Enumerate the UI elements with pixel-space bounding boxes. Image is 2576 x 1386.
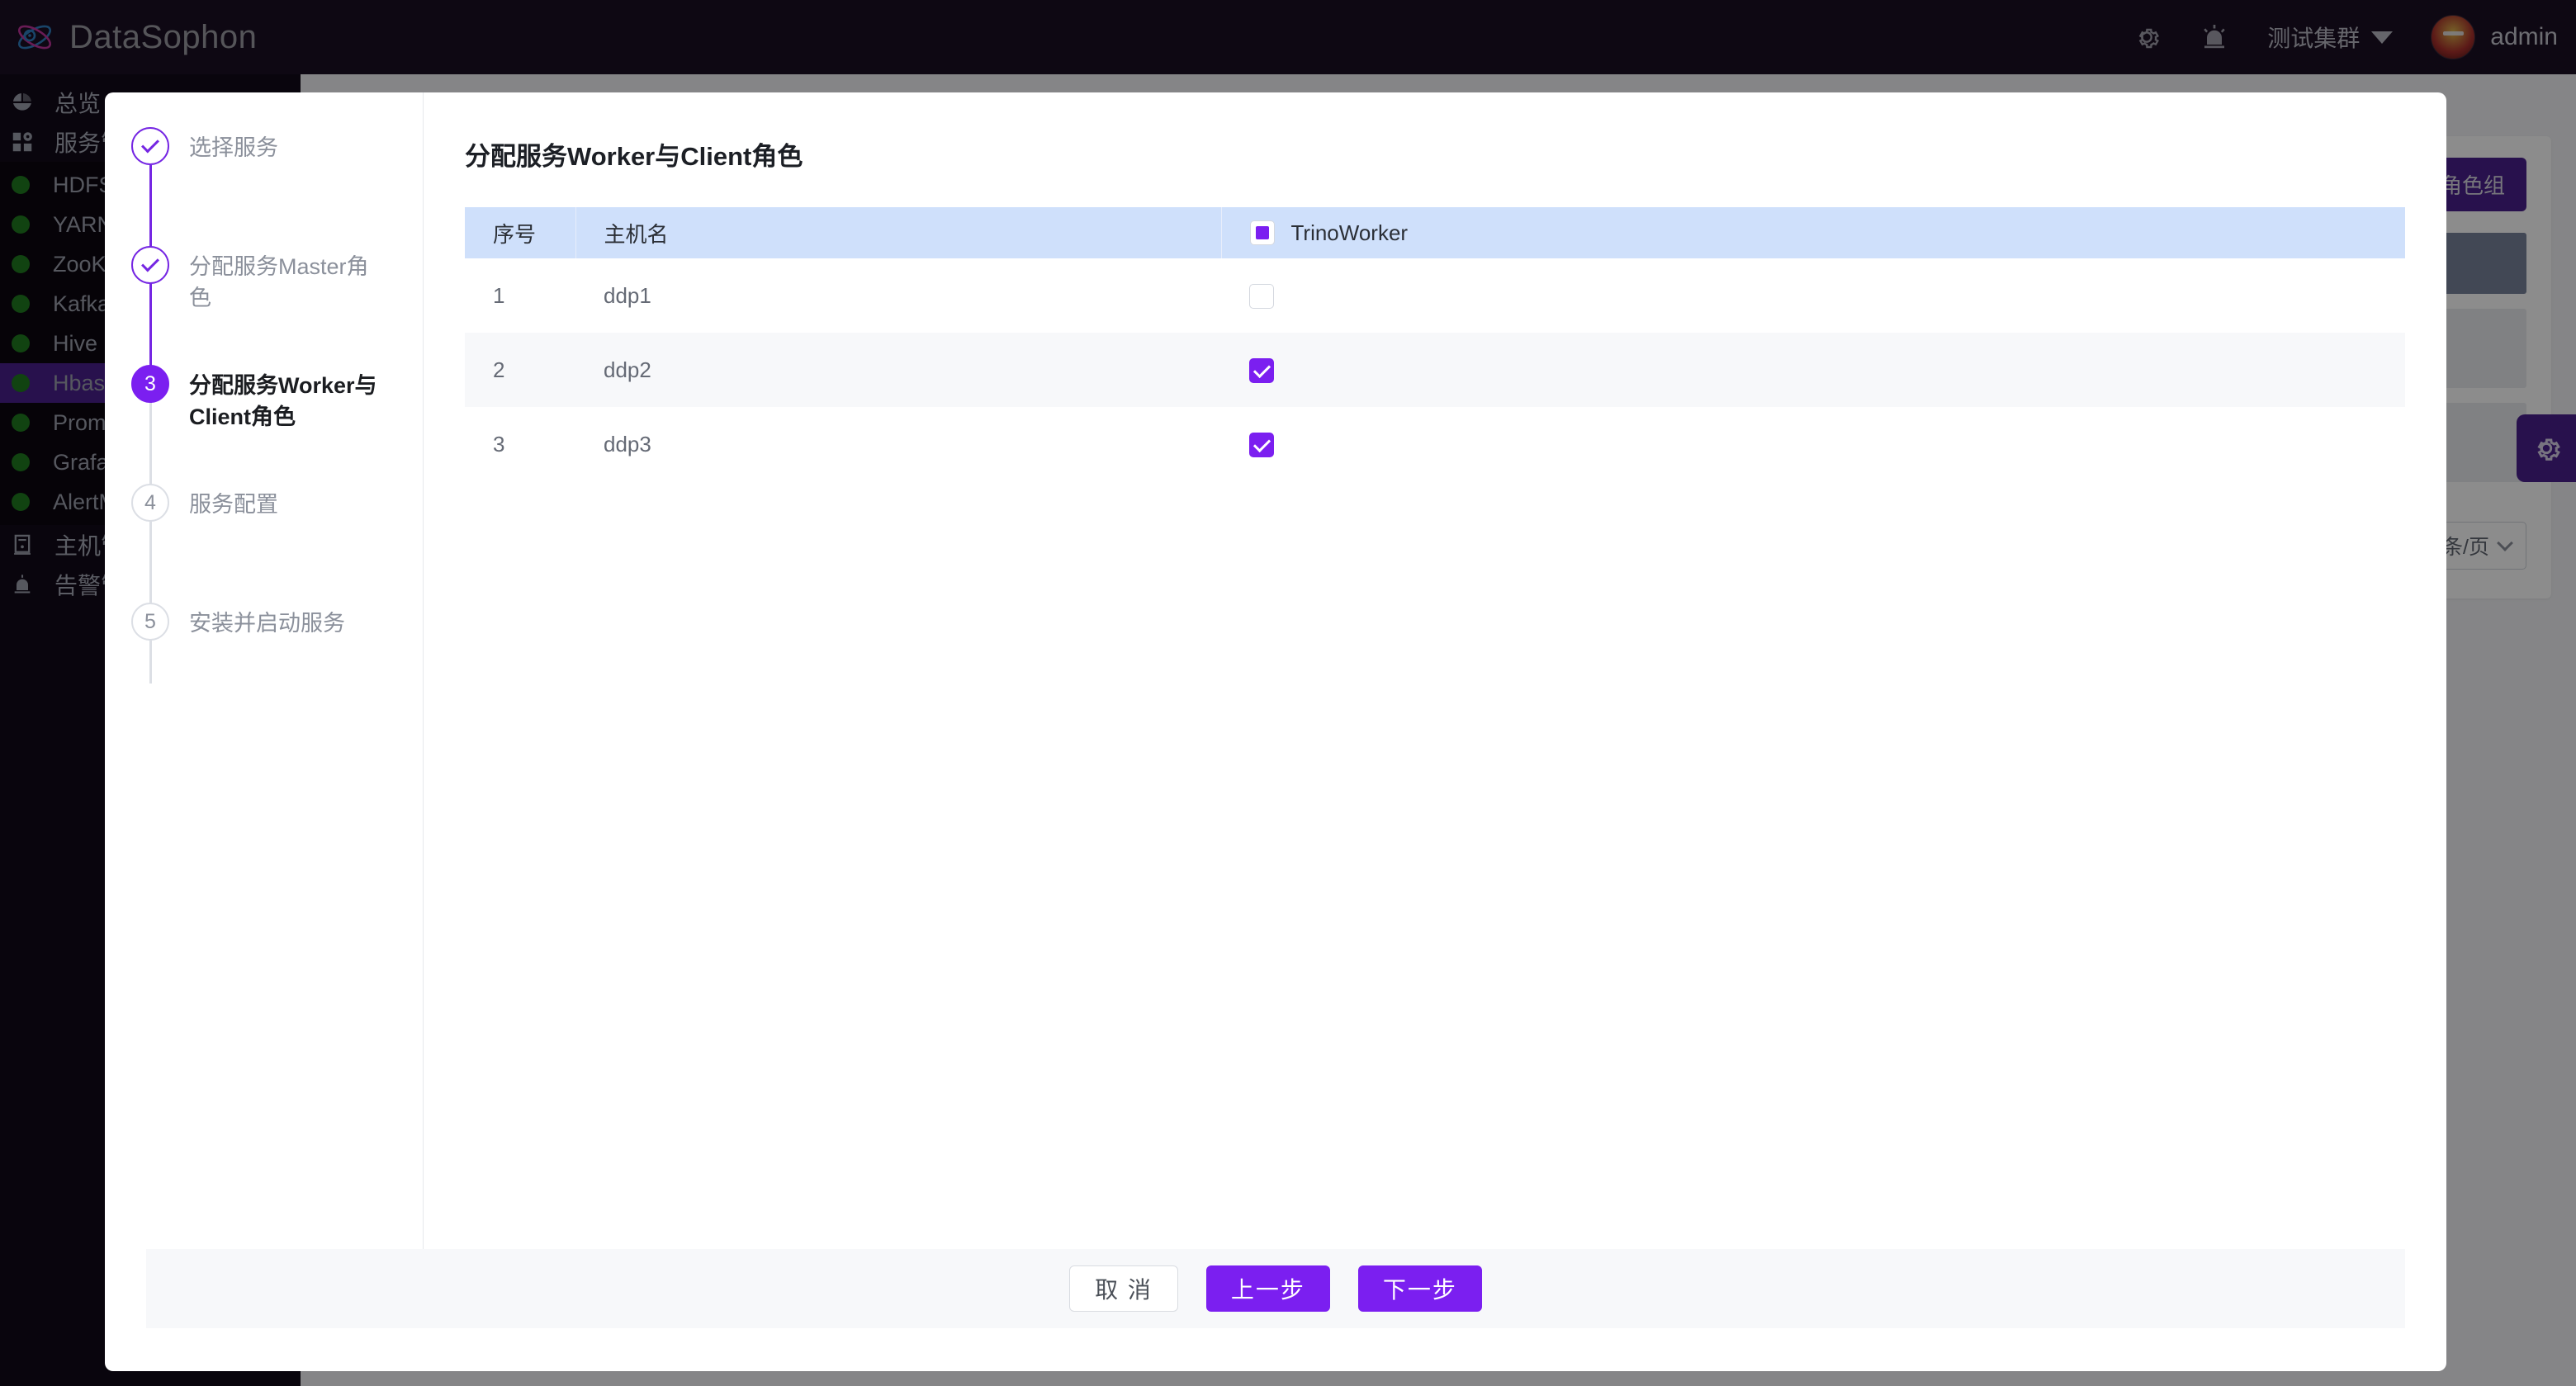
step-marker: 4 bbox=[131, 484, 169, 684]
select-all-trinoworker-checkbox[interactable] bbox=[1249, 220, 1275, 245]
cell-trinoworker bbox=[1221, 407, 2405, 481]
step-marker bbox=[131, 246, 169, 446]
cell-index: 3 bbox=[493, 431, 505, 456]
step-assign-master-roles[interactable]: 分配服务Master角色 bbox=[105, 246, 423, 446]
cell-index: 2 bbox=[493, 357, 505, 382]
step-marker: 3 bbox=[131, 365, 169, 565]
step-number: 4 bbox=[131, 484, 169, 522]
step-status-done-icon bbox=[131, 246, 169, 284]
step-label: 分配服务Worker与Client角色 bbox=[189, 373, 377, 430]
cell-index: 1 bbox=[493, 282, 505, 308]
column-header-hostname: 主机名 bbox=[575, 207, 1222, 258]
trinoworker-checkbox[interactable] bbox=[1249, 433, 1274, 458]
cell-trinoworker bbox=[1221, 258, 2405, 333]
column-header-trinoworker: TrinoWorker bbox=[1221, 207, 2405, 258]
step-status-done-icon bbox=[131, 127, 169, 165]
step-assign-worker-client-roles[interactable]: 3 分配服务Worker与Client角色 bbox=[105, 365, 423, 565]
cell-hostname: ddp2 bbox=[604, 357, 651, 382]
wizard-stepper: 选择服务 分配服务Master角色 3 分配服务Worker与Client角色 … bbox=[105, 92, 424, 1249]
modal-body: 选择服务 分配服务Master角色 3 分配服务Worker与Client角色 … bbox=[105, 92, 2446, 1249]
cancel-button[interactable]: 取 消 bbox=[1069, 1265, 1178, 1312]
step-label: 服务配置 bbox=[189, 492, 278, 517]
modal-main: 分配服务Worker与Client角色 序号 主机名 TrinoWorker 1… bbox=[424, 92, 2446, 1249]
modal-footer: 取 消 上一步 下一步 bbox=[146, 1249, 2405, 1328]
step-select-service[interactable]: 选择服务 bbox=[105, 127, 423, 327]
step-label: 分配服务Master角色 bbox=[189, 254, 369, 311]
step-service-config[interactable]: 4 服务配置 bbox=[105, 484, 423, 684]
assign-roles-modal: 选择服务 分配服务Master角色 3 分配服务Worker与Client角色 … bbox=[105, 92, 2446, 1371]
table-header-row: 序号 主机名 TrinoWorker bbox=[465, 207, 2405, 258]
trinoworker-checkbox[interactable] bbox=[1249, 358, 1274, 384]
step-number: 5 bbox=[131, 603, 169, 641]
step-marker: 5 bbox=[131, 603, 169, 641]
next-step-button[interactable]: 下一步 bbox=[1357, 1265, 1482, 1312]
step-label: 安装并启动服务 bbox=[189, 611, 345, 636]
host-role-table: 序号 主机名 TrinoWorker 1 ddp1 2 ddp2 3 ddp3 bbox=[465, 207, 2405, 481]
cell-trinoworker bbox=[1221, 333, 2405, 407]
step-number: 3 bbox=[131, 365, 169, 403]
page-title: 分配服务Worker与Client角色 bbox=[465, 142, 803, 171]
cell-hostname: ddp1 bbox=[604, 282, 651, 308]
column-header-index: 序号 bbox=[465, 207, 576, 258]
previous-step-button[interactable]: 上一步 bbox=[1205, 1265, 1330, 1312]
column-header-label: TrinoWorker bbox=[1290, 220, 1409, 245]
table-row: 3 ddp3 bbox=[465, 407, 2405, 481]
cell-hostname: ddp3 bbox=[604, 431, 651, 456]
table-header: 序号 主机名 TrinoWorker bbox=[465, 207, 2405, 258]
table-row: 2 ddp2 bbox=[465, 333, 2405, 407]
step-marker bbox=[131, 127, 169, 327]
table-body: 1 ddp1 2 ddp2 3 ddp3 bbox=[465, 258, 2405, 481]
check-icon bbox=[141, 253, 159, 272]
app-root: DataSophon 测试集群 admin 总览 服务管理 HDFS YARN … bbox=[0, 0, 2576, 1386]
table-row: 1 ddp1 bbox=[465, 258, 2405, 333]
step-label: 选择服务 bbox=[189, 135, 278, 160]
step-install-and-start[interactable]: 5 安装并启动服务 bbox=[105, 603, 423, 641]
trinoworker-checkbox[interactable] bbox=[1249, 284, 1274, 310]
check-icon bbox=[141, 135, 159, 154]
